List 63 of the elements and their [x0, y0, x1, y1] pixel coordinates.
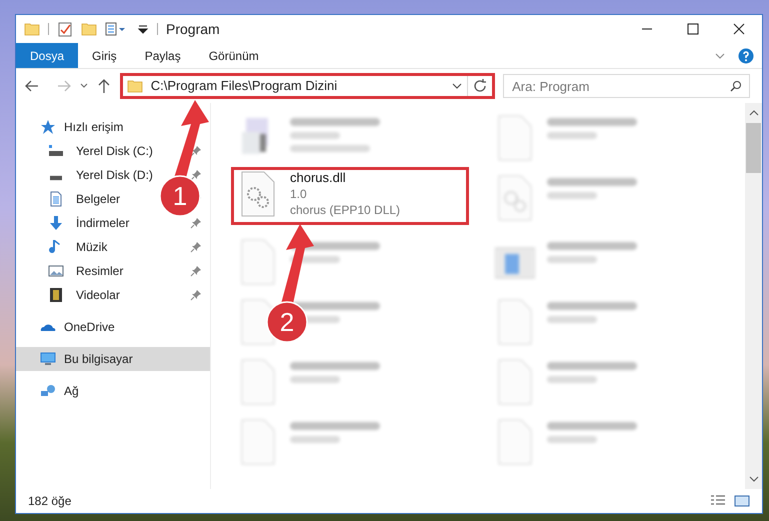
sidebar-item[interactable]: Müzik — [48, 238, 108, 256]
monitor-icon — [40, 351, 56, 367]
blurred-label — [547, 192, 597, 199]
sidebar-item[interactable]: Resimler — [48, 262, 124, 280]
pin-icon[interactable] — [190, 217, 202, 229]
blurred-label — [290, 132, 340, 139]
drive-icon — [48, 143, 64, 159]
blurred-label — [547, 376, 597, 383]
help-icon[interactable] — [738, 48, 754, 64]
maximize-icon — [687, 23, 699, 35]
folder-icon — [126, 78, 143, 94]
dropdown-icon[interactable] — [137, 23, 149, 35]
pin-icon[interactable] — [190, 265, 202, 277]
file-name: chorus.dll — [290, 170, 347, 186]
chevron-down-icon[interactable] — [80, 82, 88, 90]
network-icon — [40, 383, 56, 399]
folder-icon — [24, 21, 40, 37]
sidebar-item[interactable]: Yerel Disk (D:) — [48, 166, 153, 184]
pin-icon[interactable] — [190, 145, 202, 157]
search-icon — [730, 80, 742, 92]
blurred-label — [547, 316, 597, 323]
blurred-label — [290, 376, 340, 383]
sidebar-item[interactable]: Belgeler — [48, 190, 120, 208]
sidebar-item[interactable]: Bu bilgisayar — [16, 347, 210, 371]
address-bar[interactable]: C:\Program Files\Program Dizini — [120, 73, 496, 99]
pin-icon[interactable] — [190, 241, 202, 253]
blurred-label — [547, 436, 597, 443]
sidebar-item[interactable]: Videolar — [48, 286, 120, 304]
refresh-icon[interactable] — [472, 78, 488, 94]
blurred-label — [547, 132, 597, 139]
new-folder-icon — [81, 21, 97, 37]
window-title: Program — [166, 20, 220, 39]
document-icon — [48, 191, 64, 207]
item-count: 182 öğe — [28, 493, 72, 510]
pin-icon[interactable] — [190, 169, 202, 181]
file-detail: chorus (EPP10 DLL) — [290, 202, 400, 218]
tiles-view-icon[interactable] — [734, 493, 750, 509]
download-icon — [48, 215, 64, 231]
properties-icon[interactable] — [57, 21, 73, 37]
search-field[interactable]: Ara: Program — [503, 74, 750, 98]
blurred-label — [290, 436, 340, 443]
scrollbar[interactable] — [745, 103, 762, 489]
up-icon[interactable] — [96, 78, 112, 94]
ribbon-tab[interactable]: Dosya — [16, 43, 78, 68]
drive-icon — [48, 175, 64, 181]
ribbon-tab[interactable]: Giriş — [78, 43, 131, 68]
picture-icon — [48, 263, 64, 279]
star-icon — [40, 119, 56, 135]
ribbon-tab[interactable]: Görünüm — [194, 43, 273, 68]
sidebar-item[interactable]: Ağ — [16, 379, 210, 403]
scroll-thumb[interactable] — [746, 123, 761, 173]
sidebar-item[interactable]: Yerel Disk (C:) — [48, 142, 153, 160]
file-tile[interactable]: chorus.dll 1.0 chorus (EPP10 DLL) — [231, 167, 469, 225]
sidebar-item[interactable]: İndirmeler — [48, 214, 130, 232]
file-detail: 1.0 — [290, 186, 308, 202]
ribbon-tab[interactable]: Paylaş — [130, 43, 195, 68]
blurred-label — [547, 256, 597, 263]
pin-icon[interactable] — [190, 289, 202, 301]
sidebar-item[interactable]: OneDrive — [16, 315, 210, 339]
back-icon[interactable] — [24, 78, 40, 94]
close-icon — [733, 23, 745, 35]
address-path: C:\Program Files\Program Dizini — [150, 77, 338, 96]
film-icon — [48, 287, 64, 303]
